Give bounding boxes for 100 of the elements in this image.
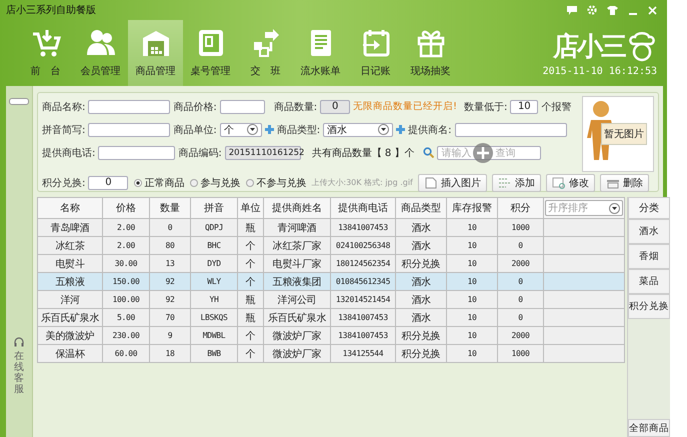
- table-row[interactable]: 美的微波炉 230.00 9 MDWBL 个 微波炉厂家 13841007453 积分兑换 10 2000: [38, 326, 624, 344]
- table-cell: 微波炉厂家: [264, 344, 330, 362]
- table-cell: 积分兑换: [396, 344, 446, 362]
- category-button[interactable]: 酒水: [628, 219, 670, 244]
- dropdown[interactable]: 个: [220, 122, 262, 136]
- table-row[interactable]: 冰红茶 2.00 80 BHC 个 冰红茶厂家 024100256348 酒水 10 0: [38, 236, 624, 254]
- table-row[interactable]: 电熨斗 30.00 13 DYD 个 电熨斗厂家 180124562354 积分兑换 10 2000: [38, 254, 624, 272]
- panel-handle[interactable]: [9, 98, 29, 105]
- table-cell: LBSKQS: [190, 308, 238, 326]
- input-field[interactable]: [98, 146, 176, 160]
- table-cell: 1000: [498, 344, 544, 362]
- column-header: 库存报警: [446, 198, 498, 218]
- dropdown[interactable]: 酒水: [323, 122, 394, 136]
- table-cell: 30.00: [102, 254, 150, 272]
- search-icon[interactable]: [423, 147, 434, 158]
- column-header: 积分: [498, 198, 544, 218]
- field-label: 提供商名:: [408, 124, 452, 136]
- input-field[interactable]: 0: [88, 176, 128, 190]
- nav-tab[interactable]: 现场抽奖: [403, 20, 458, 86]
- nav-tab[interactable]: 桌号管理: [183, 20, 238, 86]
- table-cell: 美的微波炉: [38, 326, 102, 344]
- table-cell: 60.00: [102, 344, 150, 362]
- gear-icon[interactable]: [587, 5, 597, 15]
- table-row[interactable]: 乐百氏矿泉水 5.00 70 LBSKQS 瓶 乐百氏矿泉水 13841007453 酒水 10 0: [38, 308, 624, 326]
- field-label: 数量低于:: [464, 100, 508, 114]
- radio-option[interactable]: 不参与兑换: [246, 176, 306, 190]
- table-cell: 18: [150, 344, 190, 362]
- table-row[interactable]: 五粮液 150.00 92 WLY 个 五粮液集团 010845612345 酒水 10 0: [38, 272, 624, 290]
- field-label: 商品类型:: [276, 124, 320, 136]
- table-cell: 10: [446, 290, 498, 308]
- table-row[interactable]: 洋河 100.00 92 YH 瓶 洋河公司 132014521454 酒水 10 0: [38, 290, 624, 308]
- headset-icon[interactable]: [14, 337, 24, 347]
- table-cell: 132014521454: [330, 290, 396, 308]
- window-icon: [552, 176, 566, 188]
- category-button[interactable]: 菜品: [628, 269, 670, 294]
- category-button[interactable]: 香烟: [628, 244, 670, 269]
- table-cell: 2.00: [102, 218, 150, 236]
- chat-icon[interactable]: [567, 6, 577, 14]
- table-cell: 2.00: [102, 236, 150, 254]
- table-cell: 个: [238, 344, 264, 362]
- field-label: 提供商电话:: [42, 146, 96, 160]
- table-cell: YH: [190, 290, 238, 308]
- column-header: 名称: [38, 198, 102, 218]
- category-header: 分类: [628, 197, 670, 219]
- column-header: 数量: [150, 198, 190, 218]
- table-cell: 70: [150, 308, 190, 326]
- window-title: 店小三系列自助餐版: [6, 4, 96, 17]
- table-cell: 洋河公司: [264, 290, 330, 308]
- radio-option[interactable]: 正常商品: [134, 176, 184, 190]
- action-button[interactable]: 插入图片: [418, 174, 487, 192]
- table-row[interactable]: 保温杯 60.00 18 BWB 个 微波炉厂家 134125544 积分兑换 10 1000: [38, 344, 624, 362]
- plus-icon[interactable]: [264, 125, 274, 134]
- field-label: 个报警: [541, 100, 572, 114]
- input-field[interactable]: [88, 100, 170, 114]
- radio-option[interactable]: 参与兑换: [190, 176, 240, 190]
- nav-tab[interactable]: 商品管理: [128, 20, 183, 86]
- nav-tab[interactable]: 流水账单: [293, 20, 348, 86]
- table-row[interactable]: 青岛啤酒 2.00 0 QDPJ 瓶 青河啤酒 13841007453 酒水 10 1000: [38, 218, 624, 236]
- table-cell: 0: [150, 218, 190, 236]
- chef-hat-icon: [627, 32, 657, 62]
- shirt-icon[interactable]: [607, 6, 618, 14]
- input-field[interactable]: 10: [510, 100, 538, 114]
- total-count-text: 共有商品数量【 8 】个: [312, 146, 414, 160]
- clock-text: 2015-11-10 16:12:53: [542, 66, 657, 77]
- table-cell: 1000: [498, 218, 544, 236]
- table-cell: 个: [238, 272, 264, 290]
- action-button[interactable]: 修改: [546, 174, 595, 192]
- nav-tab[interactable]: 交 班: [238, 20, 293, 86]
- table-cell: 150.00: [102, 272, 150, 290]
- table-cell: 个: [238, 254, 264, 272]
- table-cell: 024100256348: [330, 236, 396, 254]
- table-cell: 酒水: [396, 290, 446, 308]
- table-cell: 电熨斗厂家: [264, 254, 330, 272]
- input-field[interactable]: [454, 122, 566, 136]
- table-cell: 180124562354: [330, 254, 396, 272]
- action-button[interactable]: 添加: [492, 174, 541, 192]
- nav-tab[interactable]: 前 台: [18, 20, 73, 86]
- category-button[interactable]: 积分兑换: [628, 294, 670, 319]
- table-cell: 微波炉厂家: [264, 326, 330, 344]
- gift-icon: [416, 28, 446, 58]
- calendar-icon: [360, 28, 390, 58]
- input-field[interactable]: [220, 100, 265, 114]
- table-cell: 瓶: [238, 218, 264, 236]
- table-cell: 80: [150, 236, 190, 254]
- table-cell: 酒水: [396, 272, 446, 290]
- action-button[interactable]: 删除: [600, 174, 649, 192]
- all-products-button[interactable]: 全部商品: [628, 419, 670, 437]
- service-link[interactable]: 在线客服: [14, 351, 24, 395]
- table-cell: 酒水: [396, 218, 446, 236]
- table-cell: 积分兑换: [396, 254, 446, 272]
- table-cell: 10: [446, 326, 498, 344]
- plus-icon[interactable]: [396, 125, 406, 134]
- column-header: 提供商姓名: [264, 198, 330, 218]
- table-cell: 瓶: [238, 308, 264, 326]
- close-icon[interactable]: [648, 6, 657, 14]
- nav-tab[interactable]: 日记账: [348, 20, 403, 86]
- nav-tab[interactable]: 会员管理: [73, 20, 128, 86]
- table-cell: MDWBL: [190, 326, 238, 344]
- plus-circle-icon[interactable]: [473, 142, 494, 162]
- input-field[interactable]: [88, 122, 170, 136]
